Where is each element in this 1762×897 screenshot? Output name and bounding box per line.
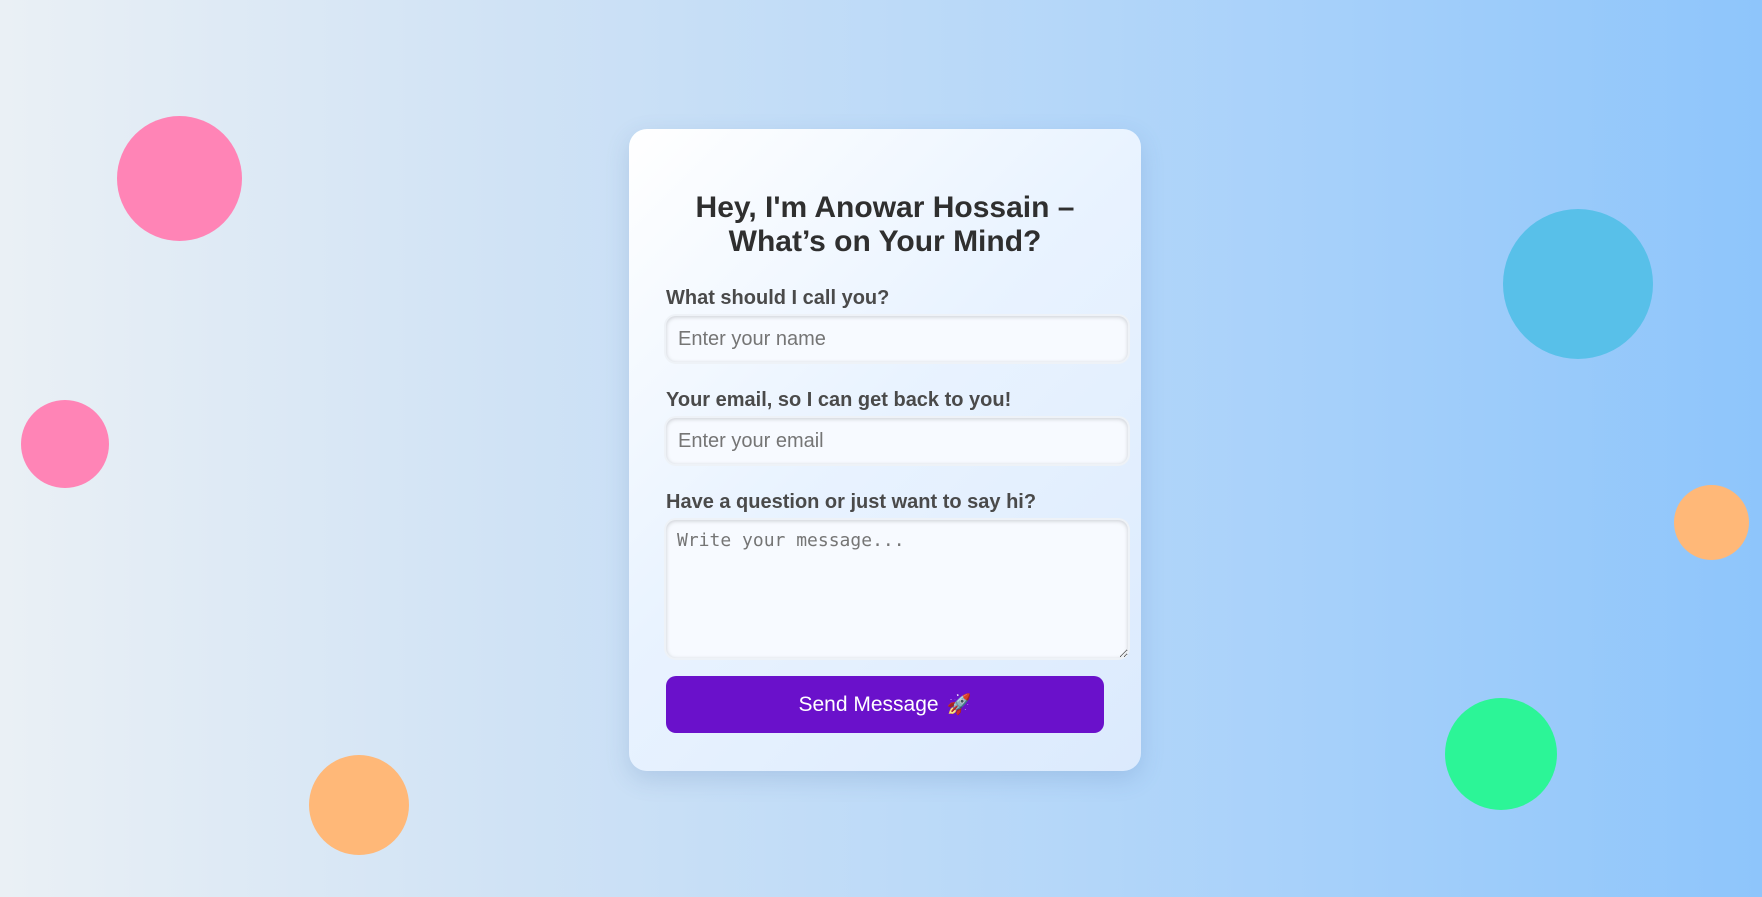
message-textarea[interactable] [666,520,1128,658]
send-message-button[interactable]: Send Message 🚀 [666,676,1104,733]
contact-form-card: Hey, I'm Anowar Hossain – What’s on Your… [629,129,1141,771]
decorative-bubble-blue [1503,209,1653,359]
rocket-icon: 🚀 [946,694,972,716]
decorative-bubble-pink-small [21,400,109,488]
form-title: Hey, I'm Anowar Hossain – What’s on Your… [695,191,1075,258]
decorative-bubble-green [1445,698,1557,810]
decorative-bubble-orange-small [1674,485,1749,560]
decorative-bubble-pink [117,116,242,241]
name-input[interactable] [666,316,1128,362]
email-label: Your email, so I can get back to you! [666,389,1012,411]
name-label: What should I call you? [666,287,890,309]
message-label: Have a question or just want to say hi? [666,491,1037,513]
decorative-bubble-orange [309,755,409,855]
send-button-label: Send Message [798,692,939,716]
email-input[interactable] [666,418,1128,464]
